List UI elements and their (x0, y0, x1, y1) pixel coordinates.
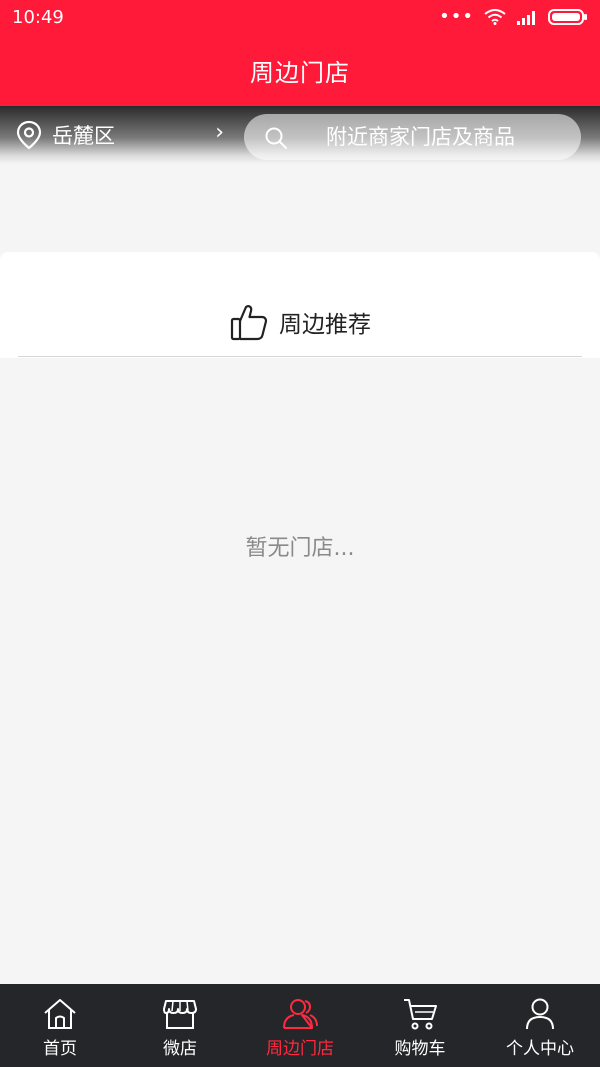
location-pin-icon (16, 120, 42, 150)
nearby-users-icon (283, 999, 318, 1029)
nav-label-nearby: 周边门店 (266, 1039, 334, 1059)
nav-label-home: 首页 (43, 1039, 77, 1059)
search-input[interactable]: 附近商家门店及商品 (244, 114, 581, 160)
search-icon (265, 127, 287, 149)
home-icon (44, 999, 76, 1029)
divider (18, 356, 582, 357)
nav-item-store[interactable]: 微店 (120, 984, 240, 1067)
chevron-right-icon: › (215, 120, 224, 145)
page-title: 周边门店 (250, 58, 350, 87)
nav-item-home[interactable]: 首页 (0, 984, 120, 1067)
status-icons: ••• (439, 8, 588, 26)
thumbs-up-icon (230, 305, 268, 341)
bottom-nav: 首页 微店 周边门店 购物车 个人中心 (0, 984, 600, 1067)
wifi-icon (484, 9, 506, 25)
location-search-bar: 岳麓区 › 附近商家门店及商品 (0, 106, 600, 164)
person-icon (526, 998, 554, 1030)
recommend-header: 周边推荐 (0, 300, 600, 344)
search-placeholder: 附近商家门店及商品 (326, 125, 515, 149)
recommend-title: 周边推荐 (279, 312, 371, 338)
nav-label-profile: 个人中心 (506, 1039, 574, 1059)
nav-label-cart: 购物车 (394, 1039, 446, 1059)
store-icon (163, 1000, 197, 1029)
status-bar: 10:49 ••• (0, 0, 600, 34)
notification-dots-icon: ••• (439, 6, 474, 27)
location-label: 岳麓区 (52, 124, 115, 148)
nav-item-profile[interactable]: 个人中心 (480, 984, 600, 1067)
nav-item-cart[interactable]: 购物车 (360, 984, 480, 1067)
status-time: 10:49 (12, 6, 64, 28)
nav-item-nearby[interactable]: 周边门店 (240, 984, 360, 1067)
recommend-section: 周边推荐 (0, 252, 600, 358)
cart-icon (404, 999, 437, 1030)
app-header: 周边门店 (0, 34, 600, 106)
empty-state-text: 暂无门店... (245, 536, 355, 561)
nav-label-store: 微店 (163, 1039, 197, 1059)
signal-icon (517, 11, 535, 25)
battery-icon (548, 9, 587, 25)
location-selector[interactable]: 岳麓区 › (16, 118, 232, 152)
